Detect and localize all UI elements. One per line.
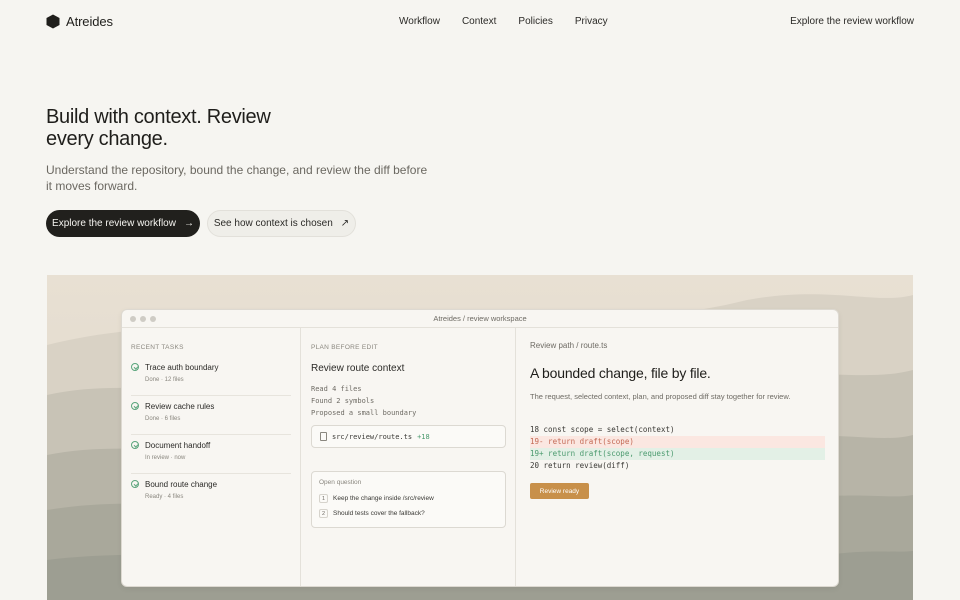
open-question-card: Open question 1 Keep the change inside /…: [311, 471, 506, 528]
file-icon: [320, 432, 327, 441]
plan-panel: PLAN BEFORE EDIT Review route context Re…: [301, 328, 516, 586]
nav-cta-link[interactable]: Explore the review workflow: [790, 16, 914, 27]
review-title: A bounded change, file by file.: [530, 365, 711, 381]
diff-line-context: 20 return review(diff): [530, 461, 630, 470]
task-title: Bound route change: [145, 480, 218, 489]
check-circle-icon: [131, 480, 139, 488]
review-panel: Review path / route.ts A bounded change,…: [516, 328, 838, 586]
plan-step: Read 4 files: [311, 385, 362, 393]
task-meta: Done · 12 files: [145, 377, 184, 383]
task-title: Trace auth boundary: [145, 363, 219, 372]
explore-workflow-label: Explore the review workflow: [52, 218, 176, 229]
task-meta: In review · now: [145, 455, 186, 461]
check-circle-icon: [131, 402, 139, 410]
file-name: src/review/route.ts: [332, 432, 413, 441]
hero-title: Build with context. Review every change.: [46, 106, 271, 150]
task-item[interactable]: Review cache rules Done · 6 files: [131, 402, 291, 435]
see-context-button[interactable]: See how context is chosen ↗: [207, 210, 356, 237]
review-workspace-window: Atreides / review workspace RECENT TASKS…: [121, 309, 839, 587]
task-item[interactable]: Trace auth boundary Done · 12 files: [131, 363, 291, 396]
open-question-label: Open question: [319, 479, 362, 486]
file-additions: +18: [417, 432, 430, 441]
brand-logo[interactable]: Atreides: [46, 14, 113, 29]
question-number: 2: [319, 509, 328, 518]
explore-workflow-button[interactable]: Explore the review workflow →: [46, 210, 200, 237]
plan-title: Review route context: [311, 363, 405, 374]
plan-steps: Read 4 files Found 2 symbols Proposed a …: [311, 383, 416, 419]
hexagon-logo-icon: [46, 14, 60, 29]
task-item[interactable]: Bound route change Ready · 4 files: [131, 480, 291, 513]
task-meta: Ready · 4 files: [145, 494, 184, 500]
recent-tasks-label: RECENT TASKS: [131, 344, 184, 351]
window-title: Atreides / review workspace: [433, 314, 527, 323]
check-circle-icon: [131, 363, 139, 371]
top-nav: Atreides Workflow Context Policies Priva…: [0, 0, 960, 46]
task-title: Review cache rules: [145, 402, 215, 411]
task-title: Document handoff: [145, 441, 211, 450]
task-item[interactable]: Document handoff In review · now: [131, 441, 291, 474]
nav-links: Workflow Context Policies Privacy: [399, 16, 608, 27]
review-breadcrumb: Review path / route.ts: [530, 341, 608, 350]
task-meta: Done · 6 files: [145, 416, 181, 422]
diff-line-deleted: 19- return draft(scope): [530, 436, 825, 448]
see-context-label: See how context is chosen: [213, 218, 333, 229]
arrow-right-icon: →: [183, 217, 194, 229]
nav-link-workflow[interactable]: Workflow: [399, 16, 440, 27]
question-text: Should tests cover the fallback?: [333, 510, 425, 517]
window-titlebar: Atreides / review workspace: [122, 310, 838, 328]
review-ready-button[interactable]: Review ready: [530, 483, 589, 499]
question-text: Keep the change inside /src/review: [333, 495, 434, 502]
arrow-up-right-icon: ↗: [340, 217, 350, 229]
nav-link-privacy[interactable]: Privacy: [575, 16, 608, 27]
nav-link-policies[interactable]: Policies: [518, 16, 552, 27]
brand-name: Atreides: [66, 14, 113, 29]
question-option[interactable]: 2 Should tests cover the fallback?: [319, 509, 425, 518]
recent-tasks-panel: RECENT TASKS Trace auth boundary Done · …: [122, 328, 301, 586]
plan-label: PLAN BEFORE EDIT: [311, 344, 378, 351]
file-chip[interactable]: src/review/route.ts +18: [311, 425, 506, 448]
plan-step: Proposed a small boundary: [311, 409, 417, 417]
nav-link-context[interactable]: Context: [462, 16, 496, 27]
diff-line-added: 19+ return draft(scope, request): [530, 448, 825, 460]
question-option[interactable]: 1 Keep the change inside /src/review: [319, 494, 434, 503]
check-circle-icon: [131, 441, 139, 449]
diff-view: 18 const scope = select(context) 19- ret…: [530, 424, 825, 472]
review-description: The request, selected context, plan, and…: [530, 392, 791, 401]
diff-line-context: 18 const scope = select(context): [530, 425, 675, 434]
hero-subtitle: Understand the repository, bound the cha…: [46, 163, 428, 193]
question-number: 1: [319, 494, 328, 503]
plan-step: Found 2 symbols: [311, 397, 375, 405]
